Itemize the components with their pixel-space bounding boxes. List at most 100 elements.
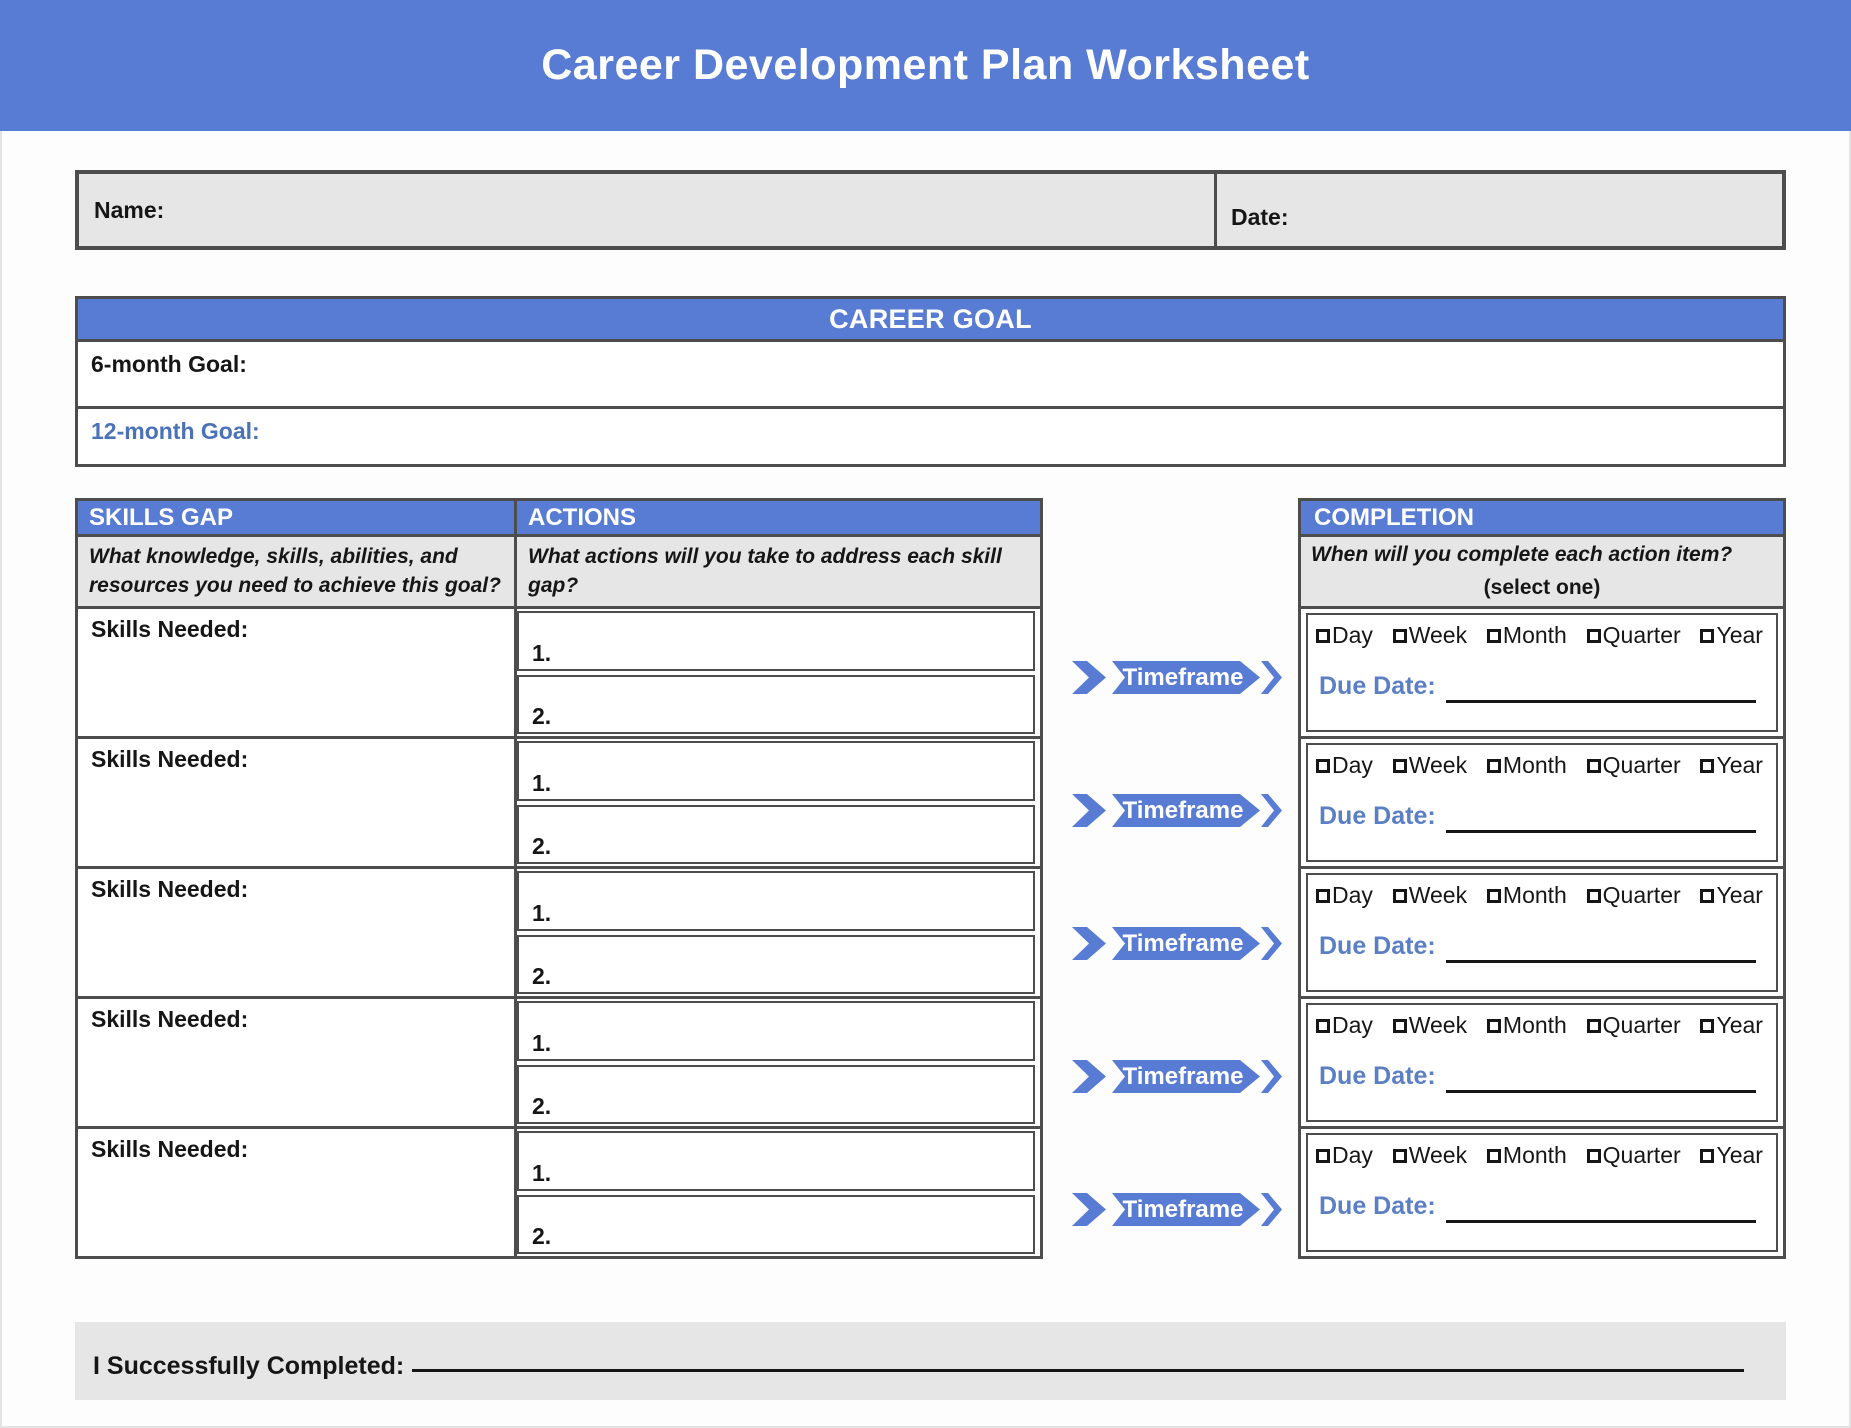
checkbox-icon[interactable] — [1393, 1019, 1407, 1033]
skills-needed-cell[interactable]: Skills Needed: — [78, 609, 517, 736]
checkbox-icon[interactable] — [1700, 1019, 1714, 1033]
completion-row: Day Week Month Quarter Year Due Date: — [1301, 996, 1783, 1126]
checkbox-icon[interactable] — [1587, 759, 1601, 773]
action-line-2[interactable]: 2. — [517, 1065, 1035, 1125]
option-week[interactable]: Week — [1393, 1012, 1467, 1039]
skills-needed-cell[interactable]: Skills Needed: — [78, 739, 517, 866]
option-week[interactable]: Week — [1393, 622, 1467, 649]
completion-header: COMPLETION — [1301, 501, 1783, 534]
checkbox-icon[interactable] — [1700, 629, 1714, 643]
option-quarter[interactable]: Quarter — [1587, 1012, 1681, 1039]
option-week[interactable]: Week — [1393, 882, 1467, 909]
twelve-month-goal-field[interactable]: 12-month Goal: — [78, 406, 1783, 464]
skills-row: Skills Needed: 1. 2. — [78, 736, 1040, 866]
timeframe-label: Timeframe — [1123, 930, 1244, 958]
checkbox-icon[interactable] — [1700, 1149, 1714, 1163]
option-day[interactable]: Day — [1316, 622, 1373, 649]
action-line-1[interactable]: 1. — [517, 611, 1035, 671]
skills-gap-subtitle: What knowledge, skills, abilities, and r… — [78, 537, 517, 606]
option-year[interactable]: Year — [1700, 622, 1762, 649]
checkbox-icon[interactable] — [1393, 759, 1407, 773]
six-month-goal-field[interactable]: 6-month Goal: — [78, 339, 1783, 406]
due-date-line[interactable] — [1446, 681, 1756, 703]
action-line-2[interactable]: 2. — [517, 675, 1035, 735]
skills-row: Skills Needed: 1. 2. — [78, 1126, 1040, 1256]
checkbox-icon[interactable] — [1316, 889, 1330, 903]
actions-cell: 1. 2. — [517, 1129, 1040, 1256]
option-year[interactable]: Year — [1700, 1012, 1762, 1039]
timeframe-label: Timeframe — [1123, 1063, 1244, 1091]
skills-needed-cell[interactable]: Skills Needed: — [78, 999, 517, 1126]
option-month[interactable]: Month — [1487, 1012, 1567, 1039]
option-label: Day — [1332, 752, 1373, 779]
timeframe-label: Timeframe — [1123, 797, 1244, 825]
action-line-1[interactable]: 1. — [517, 741, 1035, 801]
checkbox-icon[interactable] — [1487, 759, 1501, 773]
action-line-1[interactable]: 1. — [517, 1001, 1035, 1061]
skills-needed-cell[interactable]: Skills Needed: — [78, 869, 517, 996]
due-date-line[interactable] — [1446, 1201, 1756, 1223]
checkbox-icon[interactable] — [1587, 1149, 1601, 1163]
option-month[interactable]: Month — [1487, 1142, 1567, 1169]
action-line-2[interactable]: 2. — [517, 935, 1035, 995]
action-line-1[interactable]: 1. — [517, 1131, 1035, 1191]
option-year[interactable]: Year — [1700, 1142, 1762, 1169]
skills-gap-header: SKILLS GAP — [78, 501, 517, 534]
option-week[interactable]: Week — [1393, 752, 1467, 779]
timeframe-label: Timeframe — [1123, 1196, 1244, 1224]
checkbox-icon[interactable] — [1487, 1149, 1501, 1163]
checkbox-icon[interactable] — [1316, 1149, 1330, 1163]
completed-line[interactable] — [412, 1348, 1744, 1372]
checkbox-icon[interactable] — [1587, 889, 1601, 903]
timeframe-column: Timeframe Timeframe Timeframe Timeframe — [1043, 498, 1298, 1277]
checkbox-icon[interactable] — [1316, 1019, 1330, 1033]
option-day[interactable]: Day — [1316, 752, 1373, 779]
option-week[interactable]: Week — [1393, 1142, 1467, 1169]
option-month[interactable]: Month — [1487, 752, 1567, 779]
chevron-right-icon — [1261, 927, 1282, 960]
checkbox-icon[interactable] — [1700, 889, 1714, 903]
option-day[interactable]: Day — [1316, 882, 1373, 909]
checkbox-icon[interactable] — [1316, 629, 1330, 643]
checkbox-icon[interactable] — [1316, 759, 1330, 773]
completion-row: Day Week Month Quarter Year Due Date: — [1301, 606, 1783, 736]
skills-needed-cell[interactable]: Skills Needed: — [78, 1129, 517, 1256]
option-quarter[interactable]: Quarter — [1587, 752, 1681, 779]
checkbox-icon[interactable] — [1393, 629, 1407, 643]
checkbox-icon[interactable] — [1487, 629, 1501, 643]
chevron-right-icon — [1261, 661, 1282, 694]
option-month[interactable]: Month — [1487, 882, 1567, 909]
checkbox-icon[interactable] — [1393, 1149, 1407, 1163]
option-year[interactable]: Year — [1700, 752, 1762, 779]
due-date-line[interactable] — [1446, 811, 1756, 833]
option-day[interactable]: Day — [1316, 1142, 1373, 1169]
option-year[interactable]: Year — [1700, 882, 1762, 909]
action-line-1[interactable]: 1. — [517, 871, 1035, 931]
date-field[interactable]: Date: — [1217, 174, 1782, 246]
due-date-field: Due Date: — [1308, 804, 1776, 829]
timeframe-arrow: Timeframe — [1072, 1193, 1282, 1226]
option-quarter[interactable]: Quarter — [1587, 882, 1681, 909]
action-line-2[interactable]: 2. — [517, 1195, 1035, 1255]
checkbox-icon[interactable] — [1487, 889, 1501, 903]
checkbox-icon[interactable] — [1700, 759, 1714, 773]
due-date-label: Due Date: — [1319, 934, 1436, 959]
option-quarter[interactable]: Quarter — [1587, 1142, 1681, 1169]
checkbox-icon[interactable] — [1587, 1019, 1601, 1033]
option-day[interactable]: Day — [1316, 1012, 1373, 1039]
checkbox-icon[interactable] — [1393, 889, 1407, 903]
action-line-2[interactable]: 2. — [517, 805, 1035, 865]
actions-cell: 1. 2. — [517, 999, 1040, 1126]
option-label: Week — [1409, 622, 1467, 649]
checkbox-icon[interactable] — [1487, 1019, 1501, 1033]
name-field[interactable]: Name: — [79, 174, 1217, 246]
option-label: Year — [1716, 622, 1762, 649]
option-quarter[interactable]: Quarter — [1587, 622, 1681, 649]
checkbox-icon[interactable] — [1587, 629, 1601, 643]
option-label: Year — [1716, 882, 1762, 909]
option-label: Month — [1503, 1142, 1567, 1169]
due-date-label: Due Date: — [1319, 804, 1436, 829]
due-date-line[interactable] — [1446, 941, 1756, 963]
option-month[interactable]: Month — [1487, 622, 1567, 649]
due-date-line[interactable] — [1446, 1071, 1756, 1093]
